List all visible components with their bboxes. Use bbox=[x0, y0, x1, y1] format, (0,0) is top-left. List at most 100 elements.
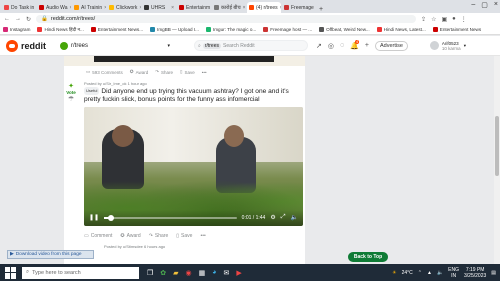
extensions-icon[interactable]: ▣ bbox=[441, 16, 447, 23]
downvote-icon[interactable]: ☂ bbox=[68, 95, 74, 103]
maximize-icon[interactable]: ▢ bbox=[481, 1, 488, 9]
post-card[interactable]: ✦ Vote ☂ Posted by u/Sir_Ime_ok 1 hour a… bbox=[64, 78, 305, 242]
tab-favicon-icon bbox=[284, 5, 289, 10]
share-button[interactable]: ↷ Share bbox=[149, 233, 169, 239]
close-tab-icon[interactable]: × bbox=[171, 5, 174, 11]
star-icon[interactable]: ☆ bbox=[431, 16, 436, 23]
browser-tab[interactable]: Audio Wa × bbox=[37, 2, 71, 13]
award-button[interactable]: ✪ Award bbox=[120, 233, 140, 239]
seek-knob[interactable] bbox=[107, 214, 114, 221]
bookmark-item[interactable]: Hindi News हिंदी न... bbox=[37, 27, 84, 33]
award-button[interactable]: ✪ Award bbox=[130, 69, 148, 75]
comments-button[interactable]: ▭ Comment bbox=[84, 233, 112, 239]
bookmark-item[interactable]: Entertainment News... bbox=[90, 27, 143, 32]
reddit-logo[interactable]: reddit bbox=[6, 39, 46, 52]
reload-icon[interactable]: ↻ bbox=[26, 16, 31, 23]
media-icon[interactable]: ▶ bbox=[236, 269, 241, 277]
browser-tab-active[interactable]: (4) r/trees× bbox=[247, 2, 281, 13]
close-tab-icon[interactable]: × bbox=[139, 5, 141, 11]
save-button[interactable]: ▯ Save bbox=[176, 233, 192, 239]
cannabis-app-icon[interactable]: ✿ bbox=[160, 269, 166, 277]
share-button[interactable]: ↷ Share bbox=[155, 69, 173, 75]
scrollbar-thumb[interactable] bbox=[495, 116, 499, 176]
language-indicator[interactable]: ENG IN bbox=[448, 267, 459, 279]
browser-tab-bar: Do Task in× Audio Wa× AI Trainin× Clickw… bbox=[0, 0, 500, 13]
share-arrow-icon: ↷ bbox=[155, 69, 160, 74]
bookmark-item[interactable]: Hindi News, Latest... bbox=[376, 27, 426, 32]
clock[interactable]: 7:19 PM 3/25/2023 bbox=[464, 267, 486, 279]
notification-center-icon[interactable]: ▤ bbox=[491, 270, 496, 276]
back-icon[interactable]: ← bbox=[4, 16, 10, 22]
speaker-icon[interactable]: 🔈 bbox=[437, 270, 443, 276]
store-icon[interactable]: ▦ bbox=[199, 269, 206, 277]
new-tab-icon[interactable]: + bbox=[319, 6, 323, 13]
close-window-icon[interactable]: × bbox=[494, 1, 498, 9]
bookmark-favicon-icon bbox=[263, 27, 269, 32]
close-tab-icon[interactable]: × bbox=[243, 5, 246, 11]
video-seek-bar[interactable] bbox=[104, 214, 237, 221]
bookmark-item[interactable]: Imgur: The magic o... bbox=[205, 27, 256, 32]
menu-icon[interactable]: ⋮ bbox=[461, 16, 467, 23]
community-dropdown[interactable]: r/trees ▾ bbox=[60, 41, 170, 50]
browser-tab[interactable]: Entertainm× bbox=[177, 2, 211, 13]
browser-tab[interactable]: UHRS × bbox=[142, 2, 176, 13]
search-input[interactable]: ⌕ r/trees Search Reddit bbox=[194, 40, 309, 51]
browser-tab[interactable]: Do Task in× bbox=[2, 2, 36, 13]
save-button[interactable]: ▯ Save bbox=[180, 69, 195, 75]
more-options-button[interactable]: ••• bbox=[202, 70, 207, 75]
volume-icon[interactable]: 🔈 bbox=[291, 214, 298, 221]
chat-icon[interactable]: ◌ bbox=[340, 42, 344, 49]
browser-tab[interactable]: AI Trainin × bbox=[72, 2, 106, 13]
fullscreen-icon[interactable]: ⤢ bbox=[281, 214, 286, 221]
minimize-icon[interactable]: – bbox=[471, 1, 475, 9]
bookmark-item[interactable]: Instagram bbox=[3, 27, 30, 32]
window-controls: – ▢ × bbox=[471, 1, 498, 9]
upvote-icon[interactable]: ✦ bbox=[68, 82, 74, 90]
task-view-icon[interactable]: ❐ bbox=[147, 269, 153, 277]
bookmark-item[interactable]: Offbeat, Weird New... bbox=[319, 27, 370, 32]
tray-expand-icon[interactable]: ⌃ bbox=[418, 270, 422, 276]
taskbar-search-input[interactable]: ⌕ Type here to search bbox=[22, 266, 139, 279]
browser-tab[interactable]: Clickwork × bbox=[107, 2, 141, 13]
user-menu[interactable]: Arif0523 10 karma ▾ bbox=[429, 41, 466, 51]
back-to-top-button[interactable]: Back to Top bbox=[348, 252, 388, 262]
url-field[interactable]: 🔒 reddit.com/r/trees/ bbox=[36, 15, 417, 23]
more-options-button[interactable]: ••• bbox=[200, 233, 205, 239]
bookmark-item[interactable]: Entertainment News bbox=[432, 27, 481, 32]
weather-icon[interactable]: ☀ bbox=[392, 270, 396, 276]
windows-start-icon[interactable] bbox=[5, 266, 17, 279]
settings-icon[interactable]: ⚙ bbox=[270, 214, 275, 221]
popular-icon[interactable]: ↗ bbox=[316, 42, 322, 50]
network-icon[interactable]: ▲ bbox=[427, 270, 432, 276]
close-tab-icon[interactable]: × bbox=[70, 5, 72, 11]
file-explorer-icon[interactable]: ▰ bbox=[173, 269, 178, 277]
mail-icon[interactable]: ✉ bbox=[224, 269, 230, 277]
coins-icon[interactable]: ◎ bbox=[328, 42, 334, 50]
bookmark-item[interactable]: Freemage host — ... bbox=[263, 27, 312, 32]
previous-post-actions: ▭ 593 Comments ✪ Award ↷ Share ▯ Save ••• bbox=[64, 66, 305, 78]
video-player[interactable]: ❚❚ 0:01 / 1:44 ⚙ ⤢ 🔈 bbox=[84, 106, 303, 226]
close-tab-icon[interactable]: × bbox=[280, 5, 281, 11]
browser-tab[interactable]: Freemage× bbox=[282, 2, 316, 13]
close-tab-icon[interactable]: × bbox=[104, 5, 106, 11]
chrome-icon[interactable]: ◉ bbox=[186, 269, 192, 277]
lock-icon: 🔒 bbox=[41, 16, 48, 22]
award-icon: ✪ bbox=[129, 69, 134, 74]
advertise-button[interactable]: Advertise bbox=[374, 40, 408, 51]
edge-icon[interactable]: ◕ bbox=[212, 269, 216, 277]
share-icon[interactable]: ⇪ bbox=[421, 16, 426, 23]
previous-post-media[interactable] bbox=[64, 56, 305, 66]
avatar bbox=[429, 41, 439, 50]
forward-icon[interactable]: → bbox=[15, 16, 21, 22]
comments-button[interactable]: ▭ 593 Comments bbox=[86, 69, 123, 75]
create-post-icon[interactable]: + bbox=[365, 42, 369, 49]
pause-icon[interactable]: ❚❚ bbox=[89, 214, 99, 221]
search-filter-pill[interactable]: r/trees bbox=[202, 42, 221, 49]
post-title[interactable]: Useful Did anyone end up trying this vacu… bbox=[84, 87, 305, 104]
notifications-icon[interactable]: 🔔 4 bbox=[350, 39, 360, 50]
profile-icon[interactable]: ● bbox=[452, 16, 456, 22]
download-video-bar[interactable]: ▶ Download video from this page bbox=[7, 250, 94, 259]
bookmark-item[interactable]: ImgBB — Upload I... bbox=[150, 27, 199, 32]
page-scrollbar[interactable] bbox=[494, 56, 500, 264]
browser-tab[interactable]: कारोई बीच × bbox=[212, 2, 246, 13]
